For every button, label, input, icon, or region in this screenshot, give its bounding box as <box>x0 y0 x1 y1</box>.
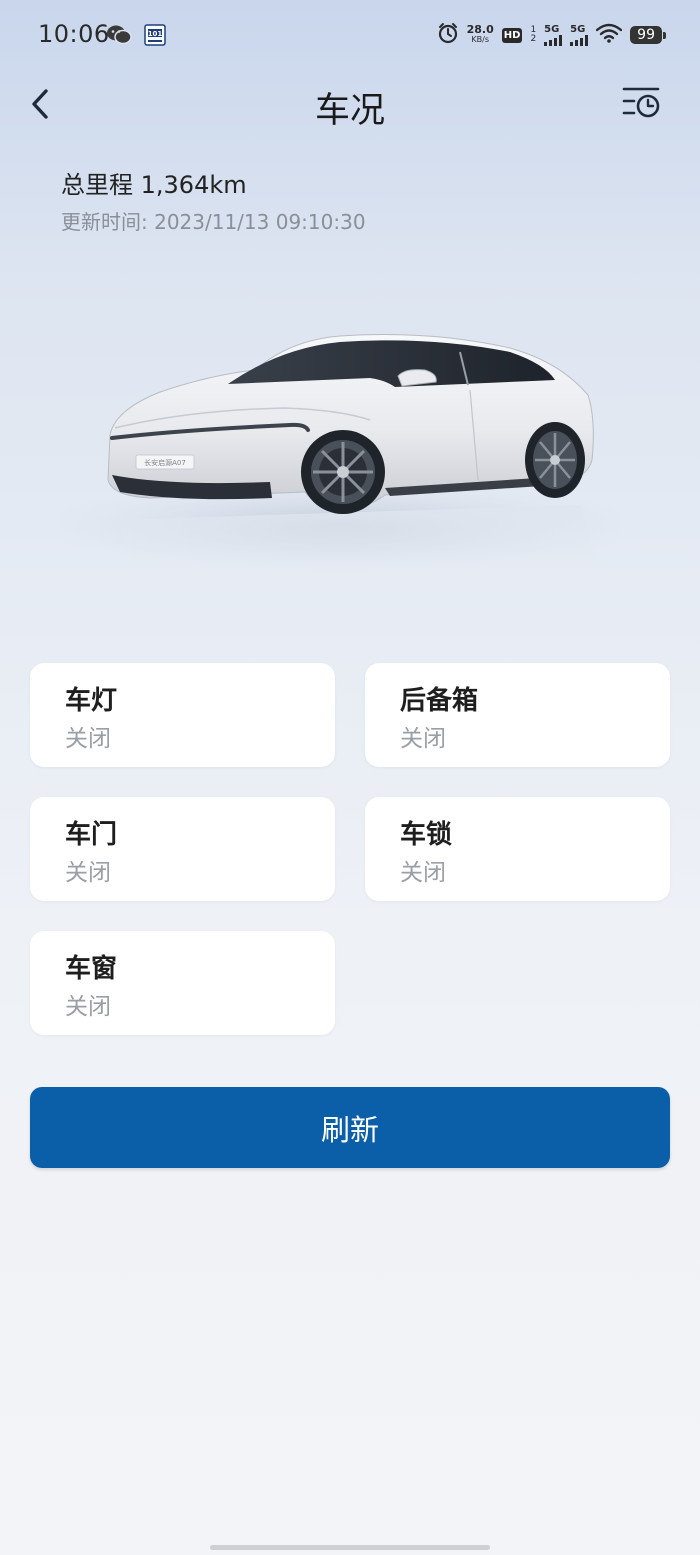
app-notification-icon: 101 <box>144 24 166 50</box>
status-card-trunk: 后备箱 关闭 <box>365 663 670 767</box>
total-mileage: 总里程 1,364km <box>61 171 247 199</box>
signal-1-icon: 5G <box>544 23 563 46</box>
network-speed: 28.0 KB/s <box>466 23 494 45</box>
network-speed-unit: KB/s <box>471 35 489 44</box>
car-plate-text: 长安启源A07 <box>144 458 186 467</box>
signal-2-label: 5G <box>570 23 586 35</box>
status-card-lock: 车锁 关闭 <box>365 797 670 901</box>
signal-2-icon: 5G <box>570 23 589 46</box>
status-card-value: 关闭 <box>65 860 111 886</box>
hd-voice-icon: HD <box>501 27 523 43</box>
page-title: 车况 <box>314 91 385 131</box>
home-indicator[interactable] <box>210 1545 490 1550</box>
update-time: 更新时间: 2023/11/13 09:10:30 <box>61 210 366 234</box>
status-card-value: 关闭 <box>65 726 111 752</box>
alarm-icon <box>437 22 459 48</box>
sim-2-label: 2 <box>530 34 537 44</box>
signal-1-label: 5G <box>544 23 560 35</box>
status-card-value: 关闭 <box>400 726 446 752</box>
nav-bar: 车况 <box>0 76 700 136</box>
status-notification-icons: 101 <box>106 24 166 50</box>
status-card-title: 车锁 <box>400 820 453 850</box>
refresh-button[interactable]: 刷新 <box>30 1087 670 1168</box>
status-card-value: 关闭 <box>400 860 446 886</box>
wechat-icon <box>106 24 132 50</box>
history-list-icon <box>622 87 660 118</box>
status-card-title: 车窗 <box>65 954 118 984</box>
battery-icon: 99 <box>630 26 666 44</box>
network-speed-value: 28.0 <box>466 23 494 36</box>
sim-slot-labels: 1 2 <box>530 26 536 44</box>
svg-text:101: 101 <box>148 30 163 38</box>
status-card-lights: 车灯 关闭 <box>30 663 335 767</box>
status-card-doors: 车门 关闭 <box>30 797 335 901</box>
status-time: 10:06 <box>38 20 110 48</box>
status-indicators: 28.0 KB/s HD 1 2 5G 5G 99 <box>437 22 666 48</box>
status-bar: 10:06 101 28.0 KB/s HD 1 2 5G 5G 99 <box>0 0 700 72</box>
status-card-title: 车灯 <box>65 686 118 716</box>
history-button[interactable] <box>620 80 664 124</box>
car-image: 长安启源A07 <box>40 270 660 630</box>
status-card-title: 后备箱 <box>400 686 479 716</box>
wifi-icon <box>595 23 623 47</box>
status-card-windows: 车窗 关闭 <box>30 931 335 1035</box>
status-card-title: 车门 <box>65 820 118 850</box>
status-card-value: 关闭 <box>65 994 111 1020</box>
